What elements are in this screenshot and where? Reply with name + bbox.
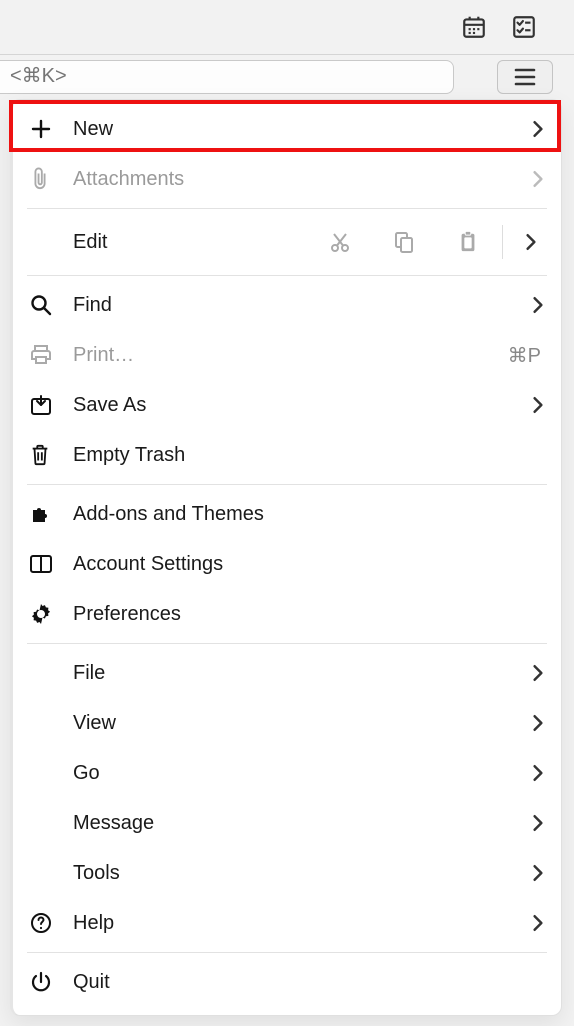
account-settings-icon [29,553,73,575]
menu-new[interactable]: New [13,104,561,154]
menu-go-label: Go [73,762,511,785]
plus-icon [29,117,73,141]
chevron-right-icon [511,714,545,732]
search-input[interactable] [0,60,454,94]
print-icon [29,343,73,367]
menu-save-as-label: Save As [73,394,511,417]
chevron-right-icon[interactable] [505,222,557,262]
menu-edit-label: Edit [29,231,169,254]
menu-preferences[interactable]: Preferences [13,589,561,639]
menu-addons[interactable]: Add-ons and Themes [13,489,561,539]
paste-icon[interactable] [436,222,500,262]
menu-attachments-label: Attachments [73,168,511,191]
chevron-right-icon [511,914,545,932]
chevron-right-icon [511,170,545,188]
app-menu-button[interactable] [497,60,553,94]
chevron-right-icon [511,396,545,414]
menu-empty-trash-label: Empty Trash [73,444,545,467]
app-menu: New Attachments Edit [10,99,562,1016]
menu-print: Print… ⌘P [13,330,561,380]
top-toolbar [0,0,574,54]
menu-print-shortcut: ⌘P [508,343,545,368]
menu-empty-trash[interactable]: Empty Trash [13,430,561,480]
menu-view[interactable]: View [13,698,561,748]
divider [27,484,547,485]
menu-message-label: Message [73,812,511,835]
menu-message[interactable]: Message [13,798,561,848]
menu-quit[interactable]: Quit [13,957,561,1007]
divider [27,275,547,276]
chevron-right-icon [511,120,545,138]
menu-attachments: Attachments [13,154,561,204]
chevron-right-icon [511,664,545,682]
menu-new-label: New [73,118,511,141]
menu-help-label: Help [73,912,511,935]
menu-help[interactable]: Help [13,898,561,948]
copy-icon[interactable] [372,222,436,262]
menu-preferences-label: Preferences [73,603,545,626]
menu-print-label: Print… [73,344,508,367]
menu-find-label: Find [73,294,511,317]
divider [27,208,547,209]
search-icon [29,293,73,317]
cut-icon[interactable] [308,222,372,262]
menu-file-label: File [73,662,511,685]
menu-save-as[interactable]: Save As [13,380,561,430]
menu-view-label: View [73,712,511,735]
puzzle-icon [29,502,73,526]
chevron-right-icon [511,864,545,882]
chevron-right-icon [511,764,545,782]
trash-icon [29,443,73,467]
paperclip-icon [29,166,73,192]
divider [27,643,547,644]
menu-tools[interactable]: Tools [13,848,561,898]
separator [502,225,503,259]
chevron-right-icon [511,296,545,314]
chevron-right-icon [511,814,545,832]
menu-addons-label: Add-ons and Themes [73,503,545,526]
menu-edit-row: Edit [13,213,561,271]
gear-icon [29,602,73,626]
search-row [0,54,574,98]
menu-account-settings-label: Account Settings [73,553,545,576]
menu-find[interactable]: Find [13,280,561,330]
divider [27,952,547,953]
menu-quit-label: Quit [73,971,545,994]
calendar-icon[interactable] [460,13,488,41]
save-icon [29,393,73,417]
menu-go[interactable]: Go [13,748,561,798]
menu-account-settings[interactable]: Account Settings [13,539,561,589]
menu-file[interactable]: File [13,648,561,698]
tasks-icon[interactable] [510,13,538,41]
power-icon [29,970,73,994]
help-icon [29,911,73,935]
menu-tools-label: Tools [73,862,511,885]
